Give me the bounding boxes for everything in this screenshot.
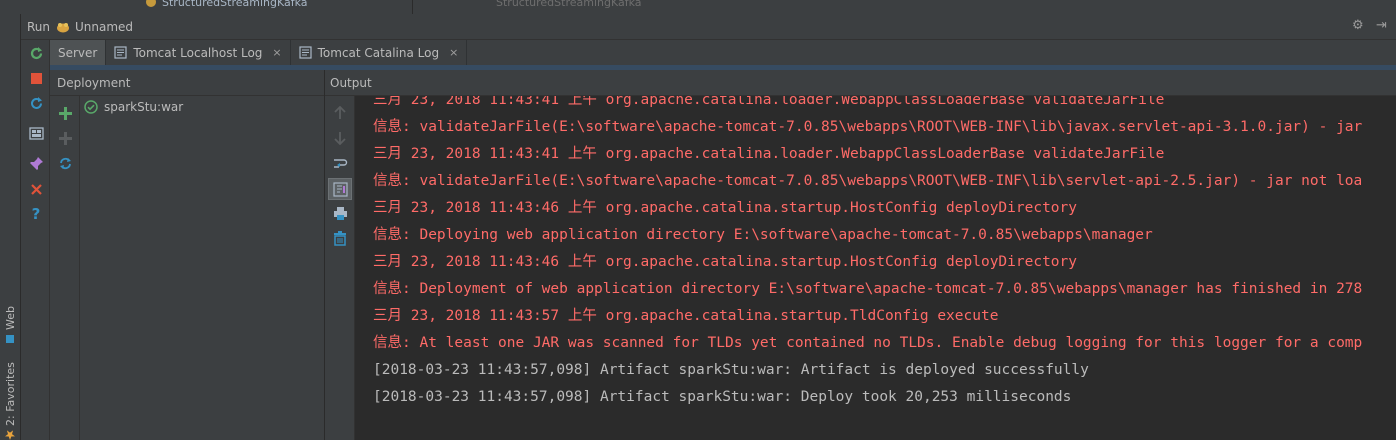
deployed-check-icon (84, 100, 98, 114)
tomcat-icon (57, 22, 70, 32)
run-config-name: Unnamed (75, 19, 134, 34)
close-icon[interactable]: × (449, 46, 458, 59)
star-icon (5, 430, 16, 440)
rerun-icon (30, 46, 42, 59)
console-line: [2018-03-23 11:43:57,098] Artifact spark… (373, 362, 1089, 378)
console-line: 信息: validateJarFile(E:\software\apache-t… (373, 119, 1363, 135)
deployment-header: Deployment (50, 70, 324, 96)
output-title: Output (330, 75, 372, 90)
scroll-to-end-button[interactable] (328, 178, 352, 200)
console-output[interactable]: 三月 23, 2018 11:43:41 上午 org.apache.catal… (355, 96, 1396, 440)
tab-server[interactable]: Server (50, 40, 107, 65)
help-icon: ? (31, 205, 41, 223)
log-icon (114, 46, 127, 59)
soft-wrap-button[interactable] (331, 154, 349, 172)
favorites-tool-tab[interactable]: 2: Favorites (1, 360, 20, 440)
pin-icon (29, 156, 43, 170)
web-tool-tab[interactable]: Web (1, 300, 20, 344)
pin-button[interactable] (27, 154, 45, 172)
deployment-item-label: sparkStu:war (104, 100, 184, 114)
scala-file-icon (146, 0, 156, 7)
trash-icon (334, 230, 346, 246)
help-button[interactable]: ? (27, 205, 45, 223)
web-tool-label: Web (4, 306, 17, 330)
tool-window-bar: Web 2: Favorites (0, 14, 21, 440)
output-header: Output (325, 70, 1396, 96)
close-button[interactable] (27, 180, 45, 198)
stop-button[interactable] (27, 69, 45, 87)
run-title: Run (27, 19, 51, 34)
web-icon (6, 335, 15, 343)
run-toolbar: ? (21, 40, 50, 440)
deployment-toolbar (50, 96, 80, 440)
console-line: 信息: validateJarFile(E:\software\apache-t… (373, 173, 1363, 189)
console-line: [2018-03-23 11:43:57,098] Artifact spark… (373, 389, 1072, 405)
undeploy-button[interactable] (56, 129, 74, 147)
deployment-item[interactable]: sparkStu:war (84, 100, 183, 114)
deploy-icon (58, 106, 72, 120)
gear-icon[interactable]: ⚙ (1352, 19, 1366, 33)
console-line: 三月 23, 2018 11:43:41 上午 org.apache.catal… (373, 146, 1165, 162)
down-arrow-icon (334, 132, 346, 145)
up-arrow-icon (334, 106, 346, 119)
tab-tomcat-catalina-log[interactable]: Tomcat Catalina Log × (291, 40, 468, 65)
console-line: 信息: Deployment of web application direct… (373, 281, 1363, 297)
print-button[interactable] (331, 204, 349, 222)
hide-icon[interactable]: ⇥ (1376, 19, 1390, 33)
tab-label: Server (58, 45, 98, 60)
clear-button[interactable] (331, 229, 349, 247)
layout-button[interactable] (27, 124, 45, 142)
editor-tab-strip: StructuredStreamingKafka StructuredStrea… (0, 0, 1396, 14)
print-icon (333, 206, 347, 220)
console-line: 三月 23, 2018 11:43:57 上午 org.apache.catal… (373, 308, 999, 324)
undeploy-icon (58, 131, 72, 145)
console-line: 三月 23, 2018 11:43:46 上午 org.apache.catal… (373, 200, 1078, 216)
refresh-button[interactable] (56, 154, 74, 172)
tab-label: Tomcat Localhost Log (133, 45, 263, 60)
console-line: 三月 23, 2018 11:43:46 上午 org.apache.catal… (373, 254, 1078, 270)
deploy-button[interactable] (56, 104, 74, 122)
tab-label: Tomcat Catalina Log (317, 45, 440, 60)
editor-tab-left[interactable]: StructuredStreamingKafka (162, 0, 308, 9)
console-line: 三月 23, 2018 11:43:41 上午 org.apache.catal… (373, 96, 1165, 108)
editor-tab-right[interactable]: StructuredStreamingKafka (496, 0, 642, 9)
favorites-tool-label: 2: Favorites (4, 362, 17, 426)
output-toolbar (325, 96, 355, 440)
stop-icon (30, 72, 42, 84)
update-button[interactable] (27, 94, 45, 112)
deployment-title: Deployment (57, 75, 131, 90)
deployment-list: sparkStu:war (80, 96, 324, 440)
run-tabs: Server Tomcat Localhost Log × Tomcat Cat… (50, 40, 1396, 65)
console-line: 信息: At least one JAR was scanned for TLD… (373, 335, 1363, 351)
update-icon (30, 96, 42, 109)
close-icon[interactable]: × (272, 46, 281, 59)
scroll-to-end-icon (332, 181, 348, 197)
close-icon (30, 183, 42, 195)
soft-wrap-icon (333, 158, 347, 168)
scroll-up-button[interactable] (331, 104, 349, 122)
run-header: Run Unnamed ⚙ ⇥ (21, 14, 1396, 40)
tab-tomcat-localhost-log[interactable]: Tomcat Localhost Log × (106, 40, 291, 65)
refresh-icon (59, 157, 71, 169)
layout-icon (28, 126, 44, 140)
scroll-down-button[interactable] (331, 129, 349, 147)
editor-divider (412, 0, 413, 14)
rerun-button[interactable] (27, 44, 45, 62)
console-line: 信息: Deploying web application directory … (373, 227, 1153, 243)
log-icon (299, 46, 312, 59)
